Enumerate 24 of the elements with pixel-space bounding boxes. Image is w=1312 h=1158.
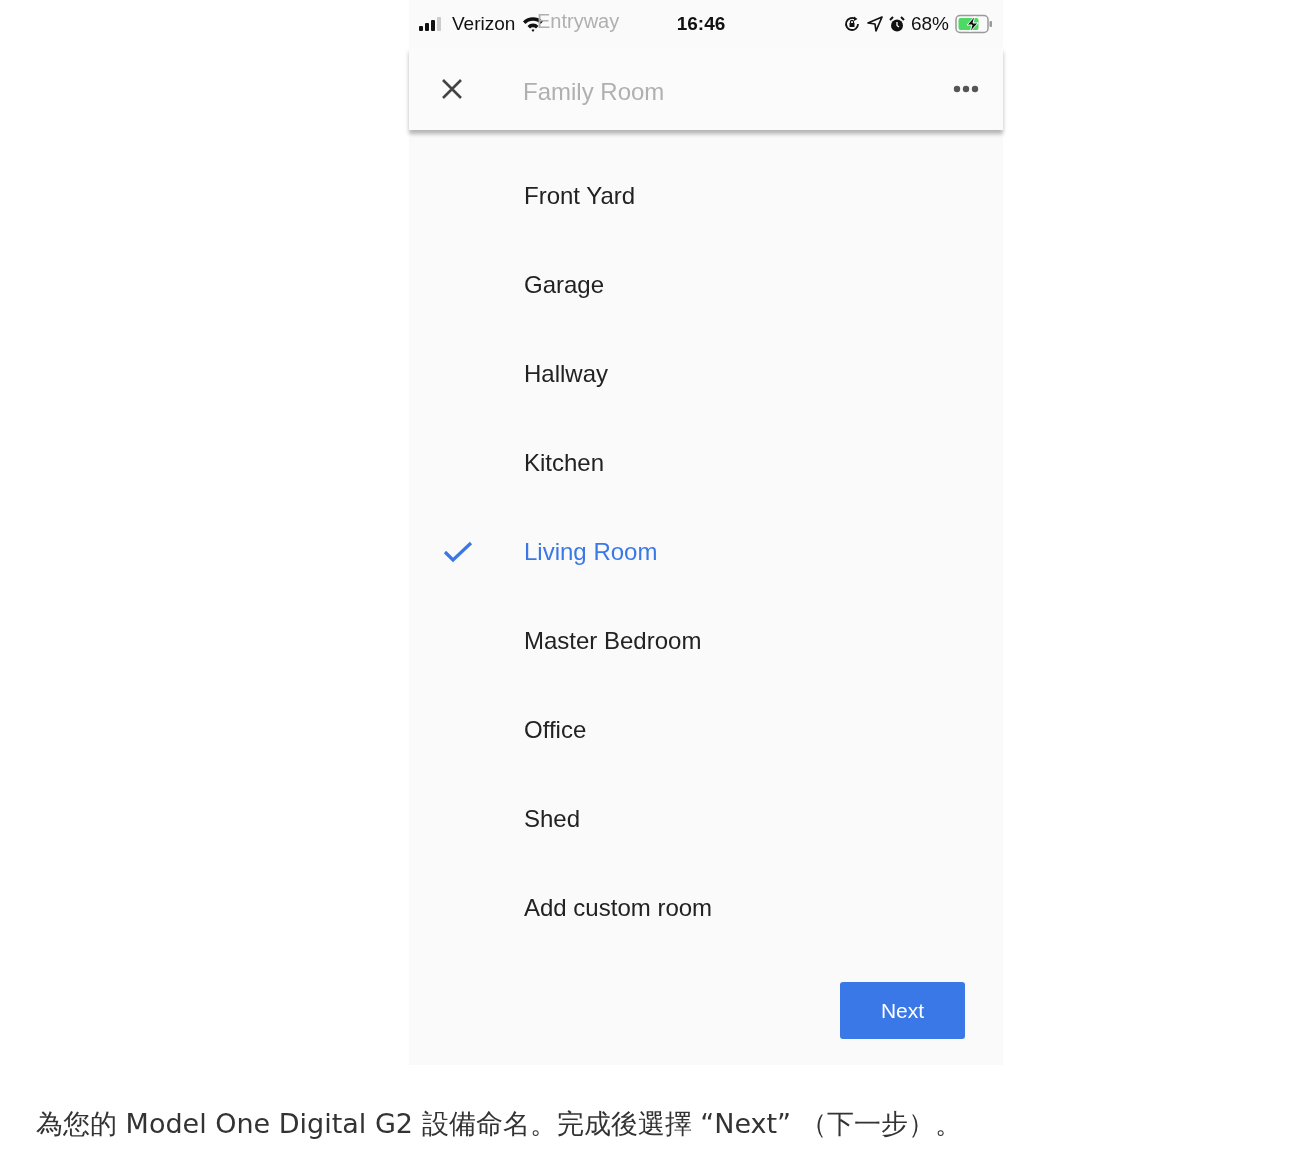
room-option[interactable]: Add custom room xyxy=(409,863,1003,952)
more-options-button[interactable] xyxy=(951,83,981,95)
room-option[interactable]: Living Room xyxy=(409,507,1003,596)
room-option[interactable]: Front Yard xyxy=(409,151,1003,240)
more-icon xyxy=(953,85,979,93)
room-option[interactable]: Kitchen xyxy=(409,418,1003,507)
rotation-lock-icon xyxy=(842,15,861,33)
charging-battery-icon xyxy=(955,14,993,34)
room-option[interactable]: Shed xyxy=(409,774,1003,863)
next-button[interactable]: Next xyxy=(840,982,965,1039)
carrier-name: Verizon xyxy=(452,13,516,35)
clock-time: 16:46 xyxy=(676,13,726,35)
room-option[interactable]: Garage xyxy=(409,240,1003,329)
room-option[interactable]: Hallway xyxy=(409,329,1003,418)
room-option[interactable]: Office xyxy=(409,685,1003,774)
scrolled-room-label: Family Room xyxy=(523,78,665,106)
checkmark-icon xyxy=(443,540,473,563)
caption-text: 為您的 Model One Digital G2 設備命名。完成後選擇 “Next” （下一步）。 xyxy=(36,1107,962,1141)
close-icon xyxy=(441,78,463,100)
alarm-clock-icon xyxy=(888,15,905,33)
scrolled-room-label: Entryway xyxy=(537,10,620,33)
location-arrow-icon xyxy=(866,16,883,32)
room-option[interactable]: Master Bedroom xyxy=(409,596,1003,685)
battery-percent: 68% xyxy=(910,13,949,35)
